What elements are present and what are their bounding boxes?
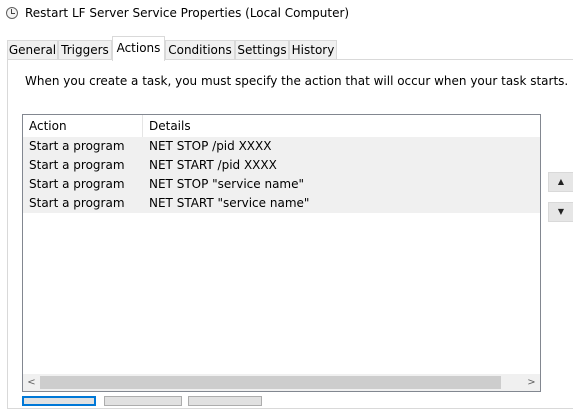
move-up-icon: ▲ [557,177,565,186]
column-divider[interactable] [142,115,143,137]
clock-icon [6,7,18,19]
list-rows: Start a program NET STOP /pid XXXX Start… [23,137,540,213]
actions-list[interactable]: Action Details Start a program NET STOP … [22,114,541,392]
row-details: NET STOP /pid XXXX [149,139,272,153]
table-row[interactable]: Start a program NET START /pid XXXX [23,156,540,175]
scroll-left-icon[interactable]: < [23,374,40,391]
horizontal-scrollbar[interactable]: < > [23,374,540,391]
table-row[interactable]: Start a program NET STOP /pid XXXX [23,137,540,156]
move-up-button[interactable]: ▲ [548,172,573,192]
row-details: NET STOP "service name" [149,177,305,191]
column-header-details[interactable]: Details [149,119,191,133]
row-action: Start a program [29,158,125,172]
scroll-right-icon[interactable]: > [523,374,540,391]
tab-triggers[interactable]: Triggers [58,40,112,60]
list-header: Action Details [23,115,540,137]
table-row[interactable]: Start a program NET START "service name" [23,194,540,213]
new-button[interactable] [22,396,96,406]
table-row[interactable]: Start a program NET STOP "service name" [23,175,540,194]
move-down-button[interactable]: ▼ [548,202,573,222]
move-down-icon: ▼ [557,207,565,216]
tab-actions[interactable]: Actions [112,36,165,61]
column-header-action[interactable]: Action [29,119,67,133]
tab-general[interactable]: General [7,40,58,60]
title-bar: Restart LF Server Service Properties (Lo… [0,0,573,28]
row-details: NET START "service name" [149,196,310,210]
row-details: NET START /pid XXXX [149,158,277,172]
tab-conditions[interactable]: Conditions [165,40,235,60]
tab-strip: General Triggers Actions Conditions Sett… [0,36,573,61]
tab-settings[interactable]: Settings [235,40,289,60]
tab-history[interactable]: History [289,40,337,60]
window-title: Restart LF Server Service Properties (Lo… [25,6,350,20]
delete-button[interactable] [188,396,262,406]
scrollbar-thumb[interactable] [40,376,501,389]
row-action: Start a program [29,196,125,210]
edit-button[interactable] [104,396,182,406]
row-action: Start a program [29,139,125,153]
actions-description: When you create a task, you must specify… [25,74,569,88]
row-action: Start a program [29,177,125,191]
